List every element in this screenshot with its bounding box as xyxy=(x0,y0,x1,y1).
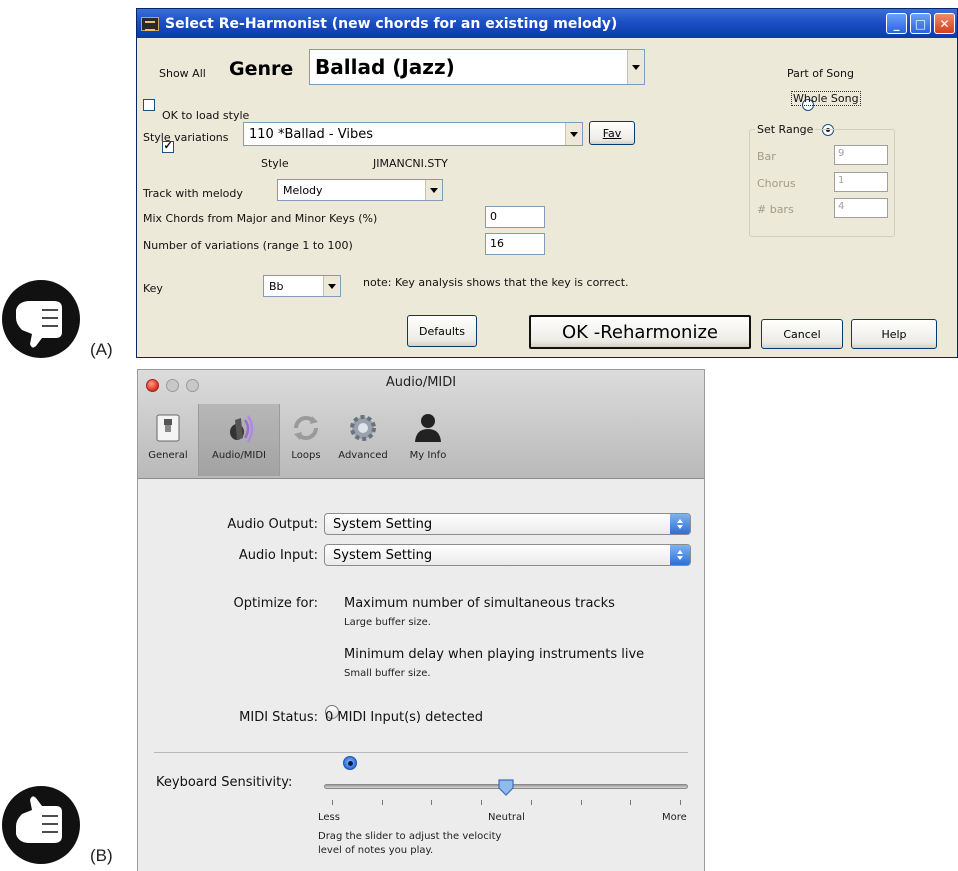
bar-label: Bar xyxy=(757,150,776,163)
set-range-label: Set Range xyxy=(755,123,816,136)
slider-tick xyxy=(431,800,433,805)
slider-tick xyxy=(530,800,532,805)
slider-tick xyxy=(381,800,383,805)
midi-status-label: MIDI Status: xyxy=(239,710,318,725)
loops-icon xyxy=(288,410,324,446)
slider-neutral-label: Neutral xyxy=(488,812,525,823)
style-variations-select[interactable]: 110 *Ballad - Vibes xyxy=(243,122,583,146)
thumbs-up-icon xyxy=(2,786,80,864)
chevron-down-icon[interactable] xyxy=(565,123,582,145)
audio-output-select[interactable]: System Setting xyxy=(324,513,691,535)
max-tracks-sublabel: Large buffer size. xyxy=(344,617,431,628)
mix-chords-input[interactable]: 0 xyxy=(485,206,545,228)
slider-knob[interactable] xyxy=(497,778,515,796)
show-all-label: Show All xyxy=(159,67,206,80)
key-note: note: Key analysis shows that the key is… xyxy=(363,276,629,289)
genre-label: Genre xyxy=(229,58,294,80)
fav-button[interactable]: Fav xyxy=(589,121,635,145)
figure-label-b: (B) xyxy=(90,846,113,865)
general-switch-icon xyxy=(150,410,186,446)
toolbar-item-loops[interactable]: Loops xyxy=(284,404,328,476)
window-title: Audio/MIDI xyxy=(385,375,457,390)
window-toolbar: Audio/MIDI General Audio/MIDI Loops Adva… xyxy=(138,370,704,479)
audio-input-select[interactable]: System Setting xyxy=(324,544,691,566)
thumbs-down-icon xyxy=(2,280,80,358)
figure-label-a: (A) xyxy=(90,340,113,359)
midi-status-value: 0 MIDI Input(s) detected xyxy=(325,710,483,725)
bars-label: # bars xyxy=(757,203,794,216)
minimize-button[interactable]: _ xyxy=(886,13,907,34)
min-delay-sublabel: Small buffer size. xyxy=(344,668,431,679)
maximize-button[interactable]: □ xyxy=(910,13,931,34)
app-icon xyxy=(141,16,159,31)
bar-input[interactable]: 9 xyxy=(834,145,888,165)
my-info-person-icon xyxy=(410,410,446,446)
popup-stepper-icon xyxy=(670,514,690,534)
slider-tick xyxy=(630,800,632,805)
help-button[interactable]: Help xyxy=(851,319,937,349)
ok-reharmonize-button[interactable]: OK -Reharmonize xyxy=(529,315,751,349)
advanced-gear-icon xyxy=(345,410,381,446)
slider-more-label: More xyxy=(662,812,687,823)
min-delay-label: Minimum delay when playing instruments l… xyxy=(344,647,645,662)
chevron-down-icon[interactable] xyxy=(627,50,644,84)
ok-to-load-label: OK to load style xyxy=(162,109,250,122)
slider-tick xyxy=(332,800,333,805)
show-all-checkbox[interactable] xyxy=(143,98,155,111)
toolbar-item-general[interactable]: General xyxy=(140,404,196,476)
style-variations-label: Style variations xyxy=(143,131,229,144)
style-label: Style xyxy=(261,157,289,170)
dialog-title: Select Re-Harmonist (new chords for an e… xyxy=(165,15,618,32)
bars-input[interactable]: 4 xyxy=(834,198,888,218)
reharmonist-dialog: Select Re-Harmonist (new chords for an e… xyxy=(136,8,958,358)
part-of-song-label: Part of Song xyxy=(787,67,854,80)
style-file: JIMANCNI.STY xyxy=(373,157,448,170)
toolbar-item-my-info[interactable]: My Info xyxy=(400,404,456,476)
dialog-titlebar: Select Re-Harmonist (new chords for an e… xyxy=(137,9,957,38)
slider-tick xyxy=(680,800,681,805)
num-variations-label: Number of variations (range 1 to 100) xyxy=(143,239,353,252)
optimize-label: Optimize for: xyxy=(233,596,318,611)
max-tracks-label: Maximum number of simultaneous tracks xyxy=(344,596,615,611)
chorus-input[interactable]: 1 xyxy=(834,172,888,192)
slider-help-line2: level of notes you play. xyxy=(318,845,434,856)
genre-select[interactable]: Ballad (Jazz) xyxy=(309,49,645,85)
audio-midi-speaker-icon xyxy=(221,410,257,446)
chevron-down-icon[interactable] xyxy=(323,276,340,296)
min-delay-radio[interactable] xyxy=(343,756,358,770)
audio-input-label: Audio Input: xyxy=(238,548,318,563)
track-label: Track with melody xyxy=(143,187,243,200)
slider-tick xyxy=(580,800,582,805)
key-select[interactable]: Bb xyxy=(263,275,341,297)
track-select[interactable]: Melody xyxy=(277,179,443,201)
divider xyxy=(154,752,688,753)
popup-stepper-icon xyxy=(670,545,690,565)
audio-midi-preferences-window: Audio/MIDI General Audio/MIDI Loops Adva… xyxy=(137,369,705,871)
mix-chords-label: Mix Chords from Major and Minor Keys (%) xyxy=(143,212,378,225)
cancel-button[interactable]: Cancel xyxy=(761,319,843,349)
chevron-down-icon[interactable] xyxy=(425,180,442,200)
defaults-button[interactable]: Defaults xyxy=(407,315,477,347)
whole-song-label: Whole Song xyxy=(791,91,861,106)
key-label: Key xyxy=(143,282,163,295)
slider-less-label: Less xyxy=(318,812,340,823)
chorus-label: Chorus xyxy=(757,177,796,190)
keyboard-sensitivity-label: Keyboard Sensitivity: xyxy=(156,775,293,790)
num-variations-input[interactable]: 16 xyxy=(485,233,545,255)
close-button[interactable]: ✕ xyxy=(934,13,955,34)
audio-output-label: Audio Output: xyxy=(227,517,318,532)
slider-help-line1: Drag the slider to adjust the velocity xyxy=(318,831,502,842)
slider-tick xyxy=(481,800,483,805)
toolbar-item-advanced[interactable]: Advanced xyxy=(330,404,396,476)
toolbar-item-audio-midi[interactable]: Audio/MIDI xyxy=(198,404,280,476)
